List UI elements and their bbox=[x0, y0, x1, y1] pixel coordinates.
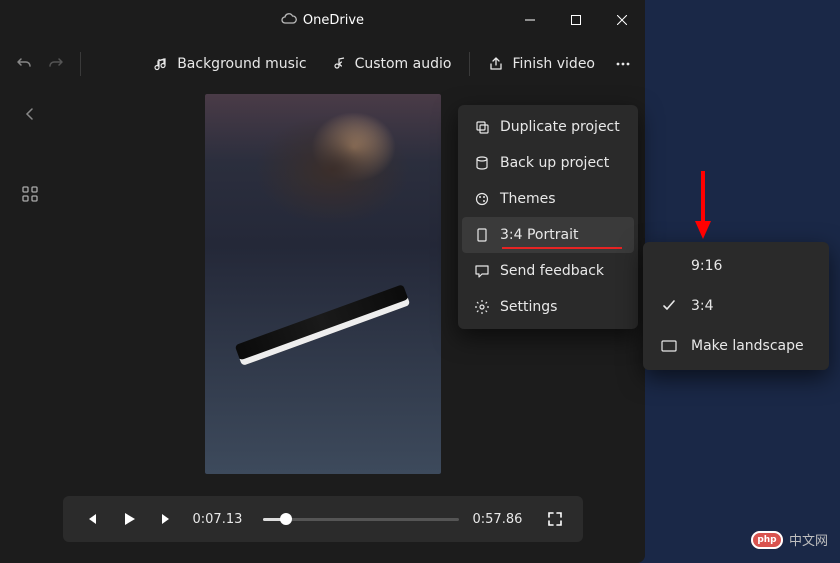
maximize-button[interactable] bbox=[553, 0, 599, 40]
watermark: php 中文网 bbox=[751, 530, 828, 549]
toolbar-divider bbox=[80, 52, 81, 76]
annotation-arrow bbox=[693, 171, 713, 241]
aspect-option-landscape[interactable]: Make landscape bbox=[647, 326, 825, 366]
watermark-text: 中文网 bbox=[789, 530, 828, 549]
menu-label: 3:4 Portrait bbox=[500, 227, 578, 243]
themes-icon bbox=[474, 191, 490, 207]
duplicate-icon bbox=[474, 119, 490, 135]
back-button[interactable] bbox=[10, 94, 50, 134]
export-icon bbox=[488, 56, 504, 72]
menu-backup-project[interactable]: Back up project bbox=[462, 145, 634, 181]
background-music-button[interactable]: Background music bbox=[143, 50, 316, 78]
menu-label: Send feedback bbox=[500, 263, 604, 279]
undo-icon[interactable] bbox=[16, 56, 32, 72]
total-time: 0:57.86 bbox=[473, 512, 529, 527]
play-icon bbox=[121, 511, 137, 527]
menu-duplicate-project[interactable]: Duplicate project bbox=[462, 109, 634, 145]
prev-frame-button[interactable] bbox=[79, 507, 103, 531]
seek-thumb[interactable] bbox=[280, 513, 292, 525]
prev-frame-icon bbox=[83, 511, 99, 527]
settings-icon bbox=[474, 299, 490, 315]
close-icon bbox=[617, 15, 627, 25]
menu-label: Back up project bbox=[500, 155, 609, 171]
maximize-icon bbox=[571, 15, 581, 25]
fullscreen-button[interactable] bbox=[543, 507, 567, 531]
fullscreen-icon bbox=[547, 511, 563, 527]
close-button[interactable] bbox=[599, 0, 645, 40]
player-bar: 0:07.13 0:57.86 bbox=[63, 496, 583, 542]
menu-settings[interactable]: Settings bbox=[462, 289, 634, 325]
landscape-icon bbox=[661, 340, 677, 352]
aspect-label: 9:16 bbox=[691, 258, 722, 274]
custom-audio-label: Custom audio bbox=[355, 56, 452, 72]
aspect-label: 3:4 bbox=[691, 298, 714, 314]
video-thumbnail bbox=[205, 94, 441, 474]
window-controls bbox=[507, 0, 645, 40]
more-menu: Duplicate project Back up project Themes… bbox=[458, 105, 638, 329]
menu-label: Themes bbox=[500, 191, 556, 207]
php-badge: php bbox=[751, 531, 783, 549]
menu-label: Settings bbox=[500, 299, 557, 315]
audio-icon bbox=[331, 56, 347, 72]
cloud-icon bbox=[281, 12, 297, 28]
video-preview[interactable] bbox=[205, 94, 441, 474]
background-music-label: Background music bbox=[177, 56, 306, 72]
titlebar-title-group: OneDrive bbox=[281, 12, 364, 28]
toolbar: Background music Custom audio Finish vid… bbox=[0, 40, 645, 88]
menu-label: Duplicate project bbox=[500, 119, 620, 135]
chevron-left-icon bbox=[24, 108, 36, 120]
seek-slider[interactable] bbox=[263, 518, 459, 521]
feedback-icon bbox=[474, 263, 490, 279]
music-icon bbox=[153, 56, 169, 72]
aspect-option-3-4[interactable]: 3:4 bbox=[647, 286, 825, 326]
check-icon bbox=[661, 299, 677, 313]
play-button[interactable] bbox=[117, 507, 141, 531]
minimize-icon bbox=[525, 15, 535, 25]
window-title: OneDrive bbox=[303, 13, 364, 28]
aspect-ratio-flyout: 9:16 3:4 Make landscape bbox=[643, 242, 829, 370]
minimize-button[interactable] bbox=[507, 0, 553, 40]
backup-icon bbox=[474, 155, 490, 171]
titlebar: OneDrive bbox=[0, 0, 645, 40]
aspect-icon bbox=[474, 227, 490, 243]
sidebar bbox=[0, 88, 60, 563]
current-time: 0:07.13 bbox=[193, 512, 249, 527]
next-frame-button[interactable] bbox=[155, 507, 179, 531]
more-icon bbox=[615, 56, 631, 72]
more-button[interactable] bbox=[609, 50, 637, 78]
finish-video-label: Finish video bbox=[512, 56, 595, 72]
menu-themes[interactable]: Themes bbox=[462, 181, 634, 217]
aspect-label: Make landscape bbox=[691, 338, 804, 354]
grid-view-button[interactable] bbox=[10, 174, 50, 214]
finish-video-button[interactable]: Finish video bbox=[478, 50, 605, 78]
redo-icon[interactable] bbox=[48, 56, 64, 72]
menu-aspect-ratio[interactable]: 3:4 Portrait bbox=[462, 217, 634, 253]
grid-icon bbox=[22, 186, 38, 202]
menu-send-feedback[interactable]: Send feedback bbox=[462, 253, 634, 289]
annotation-underline bbox=[502, 247, 622, 249]
next-frame-icon bbox=[159, 511, 175, 527]
custom-audio-button[interactable]: Custom audio bbox=[321, 50, 462, 78]
aspect-option-9-16[interactable]: 9:16 bbox=[647, 246, 825, 286]
toolbar-divider-2 bbox=[469, 52, 470, 76]
